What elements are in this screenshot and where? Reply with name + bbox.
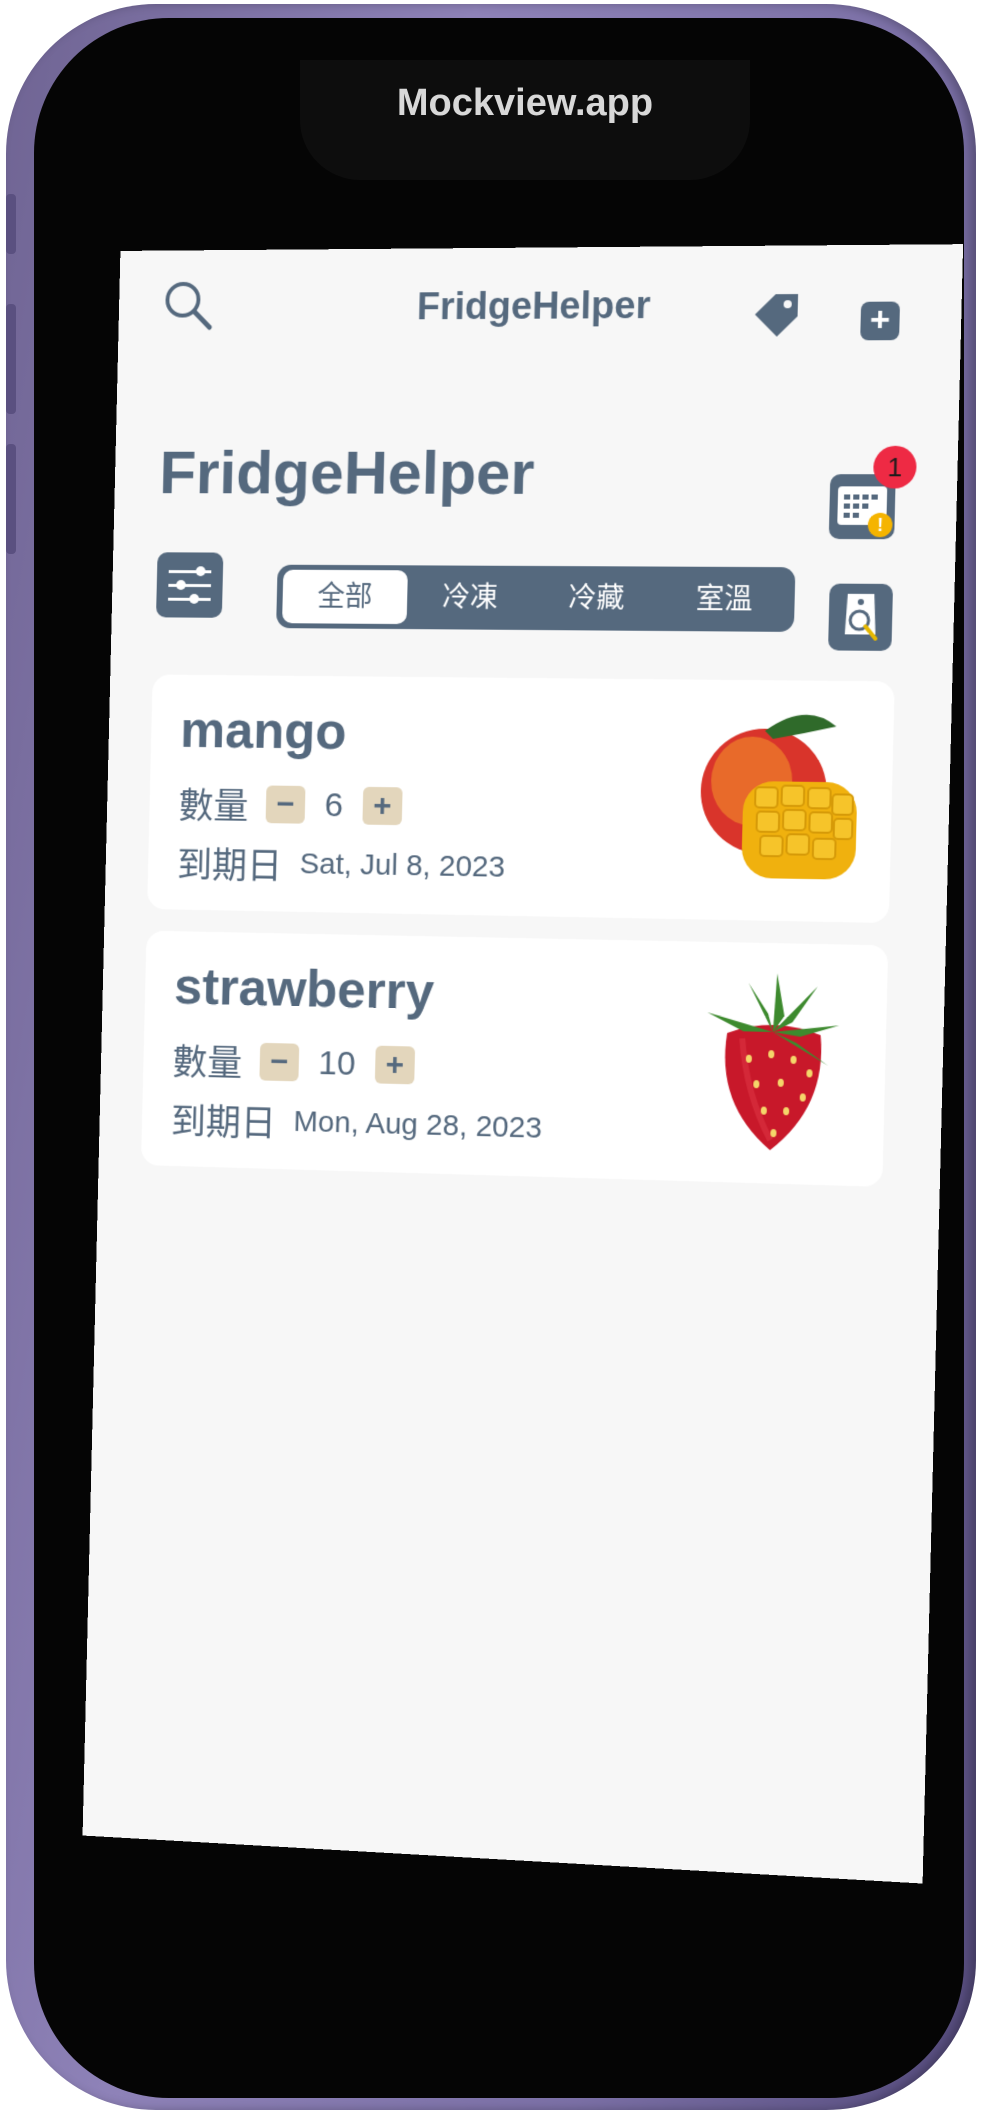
warning-icon: ! <box>867 512 893 538</box>
filter-button[interactable] <box>156 552 224 618</box>
tag-icon[interactable] <box>750 290 802 341</box>
expiry-date: Mon, Aug 28, 2023 <box>293 1105 543 1145</box>
food-name: strawberry <box>173 957 435 1022</box>
tag-search-button[interactable] <box>828 583 894 651</box>
nav-title: FridgeHelper <box>416 284 651 329</box>
quantity-row: 數量 − 6 + <box>178 777 403 832</box>
mute-switch <box>6 194 16 254</box>
app-screen: FridgeHelper + FridgeHelper 1 ! 全部 冷凍 冷藏… <box>82 244 964 1884</box>
expiry-date: Sat, Jul 8, 2023 <box>299 847 506 884</box>
quantity-value: 6 <box>324 785 344 824</box>
quantity-value: 10 <box>317 1043 356 1083</box>
page-title: FridgeHelper <box>158 438 536 508</box>
food-name: mango <box>179 701 348 761</box>
watermark-text: Mockview.app <box>396 82 654 124</box>
strawberry-image <box>684 962 861 1158</box>
segment-room-temperature[interactable]: 室溫 <box>659 572 789 627</box>
notification-badge: 1 <box>872 445 917 489</box>
mockup-stage: Mockview.app FridgeHelper + FridgeHelper… <box>0 0 982 2116</box>
volume-up-button <box>6 304 16 414</box>
mango-image <box>690 700 867 894</box>
quantity-label: 數量 <box>178 786 249 828</box>
segment-frozen[interactable]: 冷凍 <box>407 570 534 625</box>
storage-segmented-control: 全部 冷凍 冷藏 室溫 <box>276 564 796 632</box>
increment-button[interactable]: + <box>362 786 403 826</box>
increment-button[interactable]: + <box>374 1045 415 1085</box>
quantity-row: 數量 − 10 + <box>172 1034 415 1092</box>
volume-down-button <box>6 444 16 554</box>
expiry-label: 到期日 <box>176 845 283 888</box>
expiry-row: 到期日 Sat, Jul 8, 2023 <box>177 837 506 894</box>
decrement-button[interactable]: − <box>265 785 306 824</box>
tag-search-icon <box>828 593 893 651</box>
segment-all[interactable]: 全部 <box>282 569 408 625</box>
quantity-label: 數量 <box>171 1042 243 1085</box>
food-card-strawberry[interactable]: strawberry 數量 − 10 + 到期日 Mon, Aug 28, 20… <box>140 930 889 1187</box>
add-item-button[interactable]: + <box>860 301 901 341</box>
expiry-row: 到期日 Mon, Aug 28, 2023 <box>170 1093 542 1155</box>
food-card-mango[interactable]: mango 數量 − 6 + 到期日 Sat, Jul 8, 2023 <box>147 674 895 924</box>
navigation-bar: FridgeHelper + <box>117 244 964 360</box>
segment-refrigerated[interactable]: 冷藏 <box>532 571 660 626</box>
expiry-label: 到期日 <box>170 1101 277 1146</box>
notch: Mockview.app <box>300 60 750 180</box>
decrement-button[interactable]: − <box>259 1042 300 1082</box>
